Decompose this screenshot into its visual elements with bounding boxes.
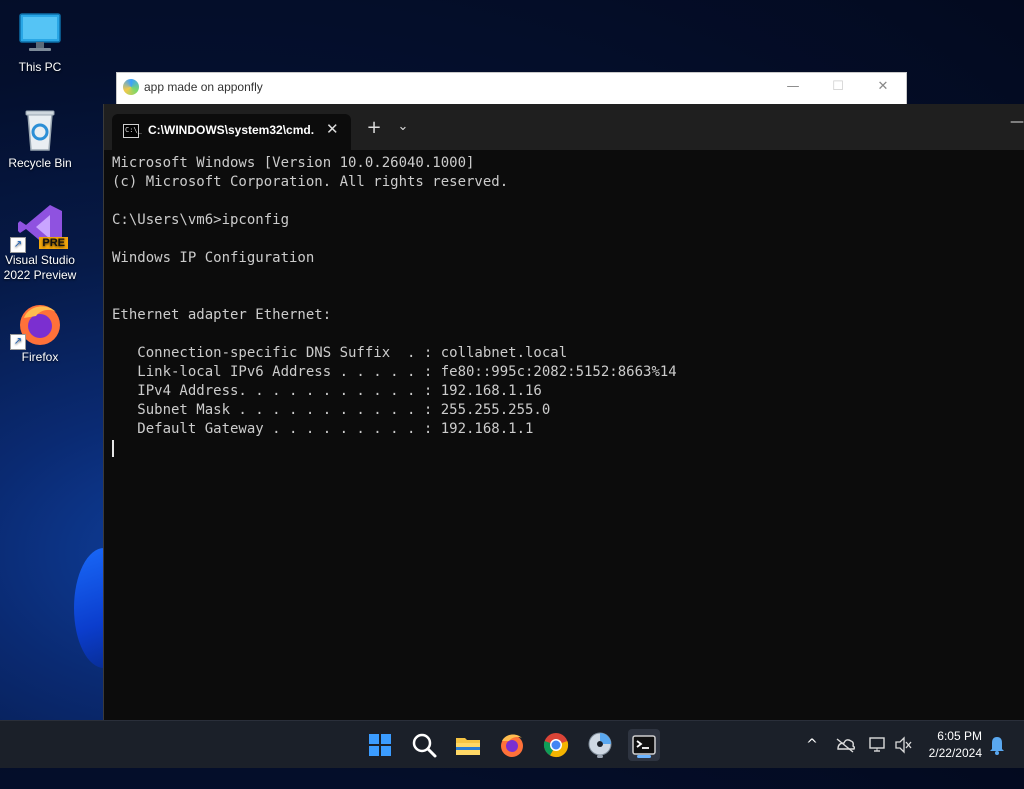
clock-date: 2/22/2024 bbox=[928, 746, 982, 760]
window-title: app made on apponfly bbox=[144, 80, 263, 94]
clock-time: 6:05 PM bbox=[937, 729, 982, 743]
text-cursor bbox=[112, 439, 114, 457]
system-clock[interactable]: 6:05 PM 2/22/2024 bbox=[929, 728, 982, 762]
console-line: Link-local IPv6 Address . . . . . : fe80… bbox=[112, 364, 677, 380]
volume-muted-icon[interactable] bbox=[892, 721, 914, 769]
taskbar-dvd-app[interactable] bbox=[584, 729, 616, 761]
minimize-button[interactable]: — bbox=[1010, 114, 1024, 130]
apponfly-icon bbox=[123, 79, 139, 95]
chrome-icon bbox=[543, 733, 569, 758]
desktop-icon-recycle-bin[interactable]: Recycle Bin bbox=[0, 106, 80, 171]
taskbar-file-explorer[interactable] bbox=[452, 729, 484, 761]
cmd-icon: C:\_ bbox=[123, 124, 142, 138]
terminal-window[interactable]: C:\_ C:\WINDOWS\system32\cmd. ✕ + ⌄ — Mi… bbox=[103, 104, 1024, 720]
console-line: Default Gateway . . . . . . . . . : 192.… bbox=[112, 421, 534, 437]
shortcut-arrow-icon: ↗ bbox=[10, 237, 26, 253]
desktop-icon-this-pc[interactable]: This PC bbox=[0, 10, 80, 75]
minimize-button[interactable]: — bbox=[773, 77, 813, 97]
desktop-icon-label: This PC bbox=[18, 60, 62, 74]
running-indicator bbox=[597, 755, 603, 758]
new-tab-button[interactable]: + bbox=[364, 117, 384, 138]
preview-badge: PRE bbox=[39, 237, 68, 249]
file-explorer-icon bbox=[456, 738, 480, 755]
search-icon bbox=[412, 733, 437, 758]
terminal-tab-bar: C:\_ C:\WINDOWS\system32\cmd. ✕ + ⌄ — bbox=[104, 104, 1024, 150]
desktop-icon-firefox[interactable]: ↗ Firefox bbox=[0, 300, 80, 365]
console-output[interactable]: Microsoft Windows [Version 10.0.26040.10… bbox=[112, 154, 1016, 458]
console-line: Microsoft Windows [Version 10.0.26040.10… bbox=[112, 155, 475, 171]
close-tab-icon[interactable]: ✕ bbox=[326, 120, 339, 138]
start-icon bbox=[369, 734, 391, 756]
visual-studio-icon: PRE ↗ bbox=[10, 203, 68, 253]
chevron-down-icon[interactable]: ⌄ bbox=[395, 119, 411, 134]
console-line: (c) Microsoft Corporation. All rights re… bbox=[112, 174, 509, 190]
taskbar-terminal[interactable] bbox=[628, 729, 660, 761]
taskbar-chrome[interactable] bbox=[540, 729, 572, 761]
close-button[interactable]: ✕ bbox=[863, 77, 903, 97]
console-line: Subnet Mask . . . . . . . . . . . : 255.… bbox=[112, 402, 551, 418]
desktop-icon-label: Visual Studio 2022 Preview bbox=[3, 253, 77, 282]
console-line: C:\Users\vm6>ipconfig bbox=[112, 212, 290, 228]
notification-bell-icon[interactable] bbox=[986, 721, 1008, 769]
console-line: Windows IP Configuration bbox=[112, 250, 315, 266]
taskbar: ^ 6:05 PM 2/22/2024 bbox=[0, 720, 1024, 768]
recycle-bin-icon bbox=[16, 106, 64, 154]
network-icon[interactable] bbox=[866, 721, 888, 769]
desktop-icon-label: Firefox bbox=[21, 350, 59, 364]
desktop-icon-label: Recycle Bin bbox=[8, 156, 72, 170]
search-button[interactable] bbox=[408, 729, 440, 761]
tab-cmd[interactable]: C:\_ C:\WINDOWS\system32\cmd. ✕ bbox=[112, 114, 351, 150]
tab-title: C:\WINDOWS\system32\cmd. bbox=[148, 123, 315, 137]
console-line: Connection-specific DNS Suffix . : colla… bbox=[112, 345, 568, 361]
start-button[interactable] bbox=[364, 729, 396, 761]
running-indicator bbox=[637, 755, 651, 758]
monitor-icon bbox=[16, 10, 64, 58]
maximize-button[interactable]: ☐ bbox=[818, 77, 858, 97]
shortcut-arrow-icon: ↗ bbox=[10, 334, 26, 350]
background-app-window[interactable]: app made on apponfly — ☐ ✕ bbox=[116, 72, 907, 106]
taskbar-firefox[interactable] bbox=[496, 729, 528, 761]
console-line: Ethernet adapter Ethernet: bbox=[112, 307, 332, 323]
show-hidden-icons-chevron[interactable]: ^ bbox=[802, 721, 822, 769]
onedrive-icon[interactable] bbox=[834, 721, 856, 769]
desktop-icon-visual-studio[interactable]: PRE ↗ Visual Studio 2022 Preview bbox=[0, 203, 80, 283]
firefox-icon bbox=[501, 734, 523, 757]
firefox-icon: ↗ bbox=[10, 300, 64, 350]
console-line: IPv4 Address. . . . . . . . . . . : 192.… bbox=[112, 383, 542, 399]
